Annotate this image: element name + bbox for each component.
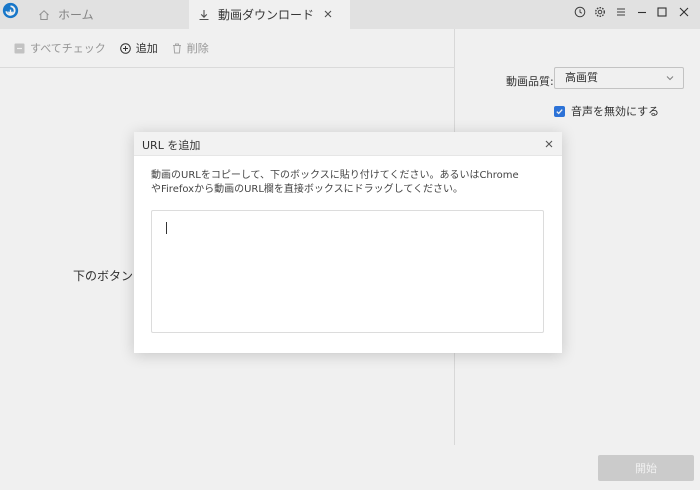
dialog-description-line-1: 動画のURLをコピーして、下のボックスに貼り付けてください。あるいはChrome [151,170,519,181]
dialog-title: URL を追加 [142,139,201,152]
dialog-close-icon[interactable] [543,138,555,150]
text-caret [166,222,167,234]
dialog-description-line-2: やFirefoxから動画のURL欄を直接ボックスにドラッグしてください。 [151,184,464,195]
add-url-dialog: URL を追加 動画のURLをコピーして、下のボックスに貼り付けてください。ある… [134,132,562,353]
url-input[interactable] [151,210,544,333]
dialog-description: 動画のURLをコピーして、下のボックスに貼り付けてください。あるいはChrome… [151,169,546,197]
dialog-header: URL を追加 [134,132,562,156]
